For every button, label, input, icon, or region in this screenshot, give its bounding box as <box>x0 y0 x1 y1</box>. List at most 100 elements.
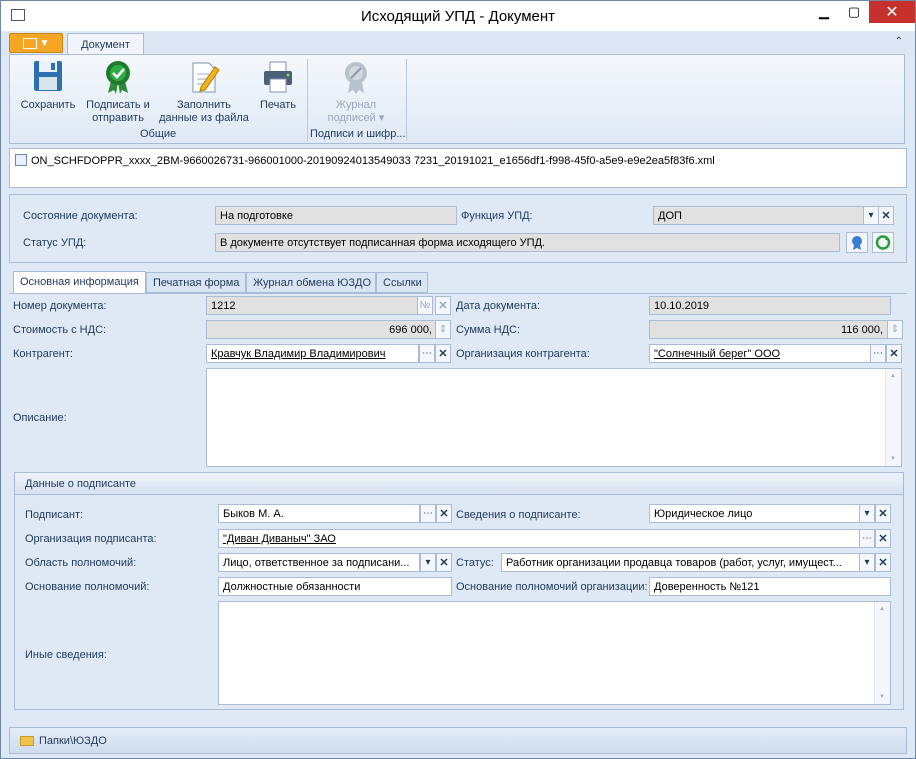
doc-date-field[interactable]: 10.10.2019 <box>649 296 891 315</box>
journal-label-2: подписей ▾ <box>327 112 385 124</box>
certificate-icon <box>106 61 130 94</box>
xml-file-icon <box>15 154 27 166</box>
file-name-bar: ON_SCHFDOPPR_xxxx_2BM-9660026731-9660010… <box>9 148 907 188</box>
status-panel: Состояние документа: На подготовке Функц… <box>9 194 907 263</box>
save-label: Сохранить <box>20 99 76 111</box>
clear-icon[interactable]: ✕ <box>435 296 451 315</box>
signer-info-field[interactable]: Юридическое лицо <box>649 504 860 523</box>
app-menu-button[interactable]: ▼ <box>9 33 63 53</box>
clear-icon[interactable]: ✕ <box>886 344 902 363</box>
signer-org-field[interactable]: "Диван Диваныч" ЗАО <box>218 529 860 548</box>
print-label: Печать <box>259 99 297 111</box>
ribbon-tabs: ▼ Документ ⌃ <box>1 32 915 55</box>
ribbon-separator <box>307 59 308 141</box>
seal-icon <box>345 62 367 94</box>
ribbon: Сохранить Подписать и отправить Заполнит… <box>9 54 905 144</box>
authority-label: Область полномочий: <box>25 557 137 569</box>
signer-label: Подписант: <box>25 509 84 521</box>
chevron-down-icon[interactable]: ▾ <box>859 553 875 572</box>
save-button[interactable]: Сохранить <box>18 59 78 112</box>
chevron-down-icon[interactable]: ▾ <box>859 504 875 523</box>
app-menu-chevron-icon: ▼ <box>39 37 50 49</box>
basis-field[interactable]: Должностные обязанности <box>218 577 452 596</box>
signer-org-label: Организация подписанта: <box>25 533 157 545</box>
basis-label: Основание полномочий: <box>25 581 150 593</box>
other-info-textarea[interactable] <box>218 601 891 705</box>
close-button[interactable]: ✕ <box>869 1 915 23</box>
refresh-icon[interactable] <box>872 232 894 253</box>
ellipsis-icon[interactable]: ⋯ <box>420 504 436 523</box>
other-info-scrollbar[interactable] <box>874 602 890 704</box>
fill-label-1: Заполнить <box>176 99 231 111</box>
org-basis-field[interactable]: Доверенность №121 <box>649 577 891 596</box>
maximize-button[interactable]: ▢ <box>839 1 869 23</box>
counterparty-field[interactable]: Кравчук Владимир Владимирович <box>206 344 419 363</box>
fill-from-file-button[interactable]: Заполнить данные из файла <box>158 59 250 125</box>
upd-status-field: В документе отсутствует подписанная форм… <box>215 233 840 252</box>
state-field: На подготовке <box>215 206 457 225</box>
app-menu-icon <box>22 37 37 49</box>
sign-send-label-1: Подписать и <box>86 99 150 111</box>
clear-icon[interactable]: ✕ <box>875 553 891 572</box>
chevron-down-icon[interactable]: ▾ <box>420 553 436 572</box>
clear-icon[interactable]: ✕ <box>435 344 451 363</box>
print-button[interactable]: Печать <box>253 59 303 112</box>
signer-status-field[interactable]: Работник организации продавца товаров (р… <box>501 553 860 572</box>
spin-icon[interactable]: ⇕ <box>887 320 903 339</box>
document-window: Исходящий УПД - Документ ▁ ▢ ✕ ▼ Докумен… <box>0 0 916 759</box>
vat-label: Сумма НДС: <box>456 324 521 336</box>
sign-send-label-2: отправить <box>92 112 144 124</box>
org-basis-label: Основание полномочий организации: <box>456 581 648 593</box>
signature-journal-button[interactable]: Журнал подписей ▾ <box>316 59 396 125</box>
clear-icon[interactable]: ✕ <box>875 529 891 548</box>
cost-label: Стоимость с НДС: <box>13 324 107 336</box>
cost-field[interactable]: 696 000, <box>206 320 437 339</box>
ellipsis-icon[interactable]: ⋯ <box>419 344 435 363</box>
tab-links[interactable]: Ссылки <box>376 272 428 293</box>
description-scrollbar[interactable] <box>885 369 901 466</box>
description-label: Описание: <box>13 412 67 424</box>
journal-label-1: Журнал <box>335 99 377 111</box>
authority-field[interactable]: Лицо, ответственное за подписани... <box>218 553 420 572</box>
chevron-down-icon[interactable]: ▾ <box>863 206 879 225</box>
tab-exchange-journal[interactable]: Журнал обмена ЮЗДО <box>246 272 376 293</box>
signer-info-label: Сведения о подписанте: <box>456 509 581 521</box>
spin-icon[interactable]: ⇕ <box>435 320 451 339</box>
upd-function-label: Функция УПД: <box>461 210 533 222</box>
clear-icon[interactable]: ✕ <box>878 206 894 225</box>
status-bar: Папки\ЮЗДО <box>9 727 907 754</box>
other-info-label: Иные сведения: <box>25 649 107 661</box>
signer-field[interactable]: Быков М. А. <box>218 504 420 523</box>
title-bar: Исходящий УПД - Документ ▁ ▢ ✕ <box>1 1 915 31</box>
tab-print-form[interactable]: Печатная форма <box>146 272 246 293</box>
description-textarea[interactable] <box>206 368 902 467</box>
folder-path-text: Папки\ЮЗДО <box>39 735 107 747</box>
certificate-badge-icon[interactable] <box>846 232 868 253</box>
ellipsis-icon[interactable]: ⋯ <box>859 529 875 548</box>
sign-send-button[interactable]: Подписать и отправить <box>82 59 154 125</box>
doc-number-field[interactable]: 1212 <box>206 296 418 315</box>
upd-function-field[interactable]: ДОП <box>653 206 865 225</box>
fill-label-2: данные из файла <box>159 112 249 124</box>
group-common-label: Общие <box>140 128 177 140</box>
tab-document[interactable]: Документ <box>67 33 144 55</box>
state-label: Состояние документа: <box>23 210 138 222</box>
counterparty-org-field[interactable]: "Солнечный берег" ООО <box>649 344 871 363</box>
clear-icon[interactable]: ✕ <box>436 553 452 572</box>
file-name: ON_SCHFDOPPR_xxxx_2BM-9660026731-9660010… <box>31 155 715 167</box>
ribbon-collapse-icon[interactable]: ⌃ <box>895 36 903 47</box>
clear-icon[interactable]: ✕ <box>875 504 891 523</box>
vat-field[interactable]: 116 000, <box>649 320 888 339</box>
folder-path[interactable]: Папки\ЮЗДО <box>20 735 107 747</box>
doc-date-label: Дата документа: <box>456 300 541 312</box>
number-icon[interactable]: № <box>417 296 433 315</box>
window-title: Исходящий УПД - Документ <box>360 8 556 25</box>
ellipsis-icon[interactable]: ⋯ <box>870 344 886 363</box>
doc-number-label: Номер документа: <box>13 300 107 312</box>
clear-icon[interactable]: ✕ <box>436 504 452 523</box>
folder-icon <box>20 736 34 746</box>
tab-main-info[interactable]: Основная информация <box>13 271 146 293</box>
upd-status-label: Статус УПД: <box>23 237 87 249</box>
minimize-button[interactable]: ▁ <box>809 1 839 23</box>
ribbon-separator <box>406 59 407 141</box>
